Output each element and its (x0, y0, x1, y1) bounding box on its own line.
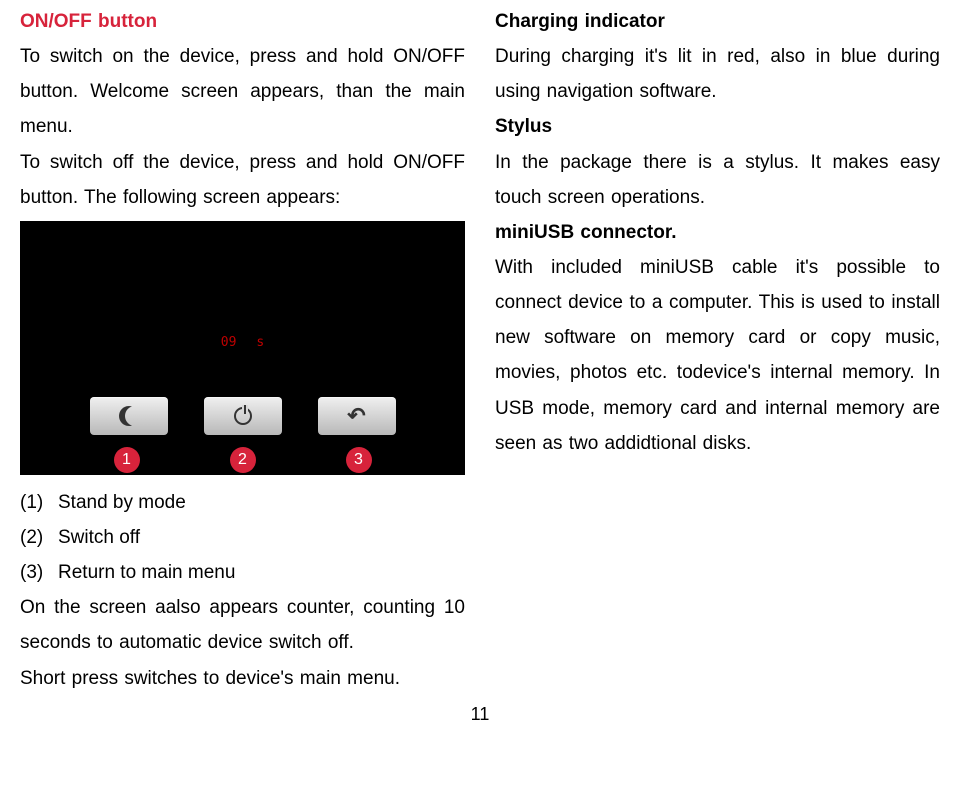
return-icon: ↶ (347, 396, 365, 437)
list-number: (3) (20, 555, 58, 590)
device-screenshot: 09 s ↶ 1 2 3 (20, 221, 465, 475)
list-item: (2) Switch off (20, 520, 465, 555)
badge-1: 1 (114, 447, 140, 473)
onoff-heading: ON/OFF button (20, 4, 465, 39)
standby-button (90, 397, 168, 435)
page-number: 11 (20, 698, 940, 731)
paragraph: On the screen aalso appears counter, cou… (20, 590, 465, 660)
list-number: (2) (20, 520, 58, 555)
paragraph: To switch on the device, press and hold … (20, 39, 465, 144)
return-button: ↶ (318, 397, 396, 435)
list-number: (1) (20, 485, 58, 520)
list-text: Return to main menu (58, 555, 235, 590)
list-text: Switch off (58, 520, 140, 555)
power-icon (234, 407, 252, 425)
paragraph: During charging it's lit in red, also in… (495, 39, 940, 109)
list-item: (1) Stand by mode (20, 485, 465, 520)
badge-3: 3 (346, 447, 372, 473)
list-item: (3) Return to main menu (20, 555, 465, 590)
paragraph: Short press switches to device's main me… (20, 661, 465, 696)
counter-unit: s (256, 331, 264, 355)
paragraph: To switch off the device, press and hold… (20, 145, 465, 215)
badge-2: 2 (230, 447, 256, 473)
moon-icon (119, 406, 139, 426)
right-column: Charging indicator During charging it's … (495, 4, 940, 696)
countdown-counter: 09 s (221, 331, 264, 355)
left-column: ON/OFF button To switch on the device, p… (20, 4, 465, 696)
switchoff-button (204, 397, 282, 435)
stylus-heading: Stylus (495, 109, 940, 144)
paragraph: With included miniUSB cable it's possibl… (495, 250, 940, 461)
paragraph: In the package there is a stylus. It mak… (495, 145, 940, 215)
miniusb-heading: miniUSB connector. (495, 215, 940, 250)
counter-number: 09 (221, 331, 237, 355)
charging-heading: Charging indicator (495, 4, 940, 39)
list-text: Stand by mode (58, 485, 186, 520)
